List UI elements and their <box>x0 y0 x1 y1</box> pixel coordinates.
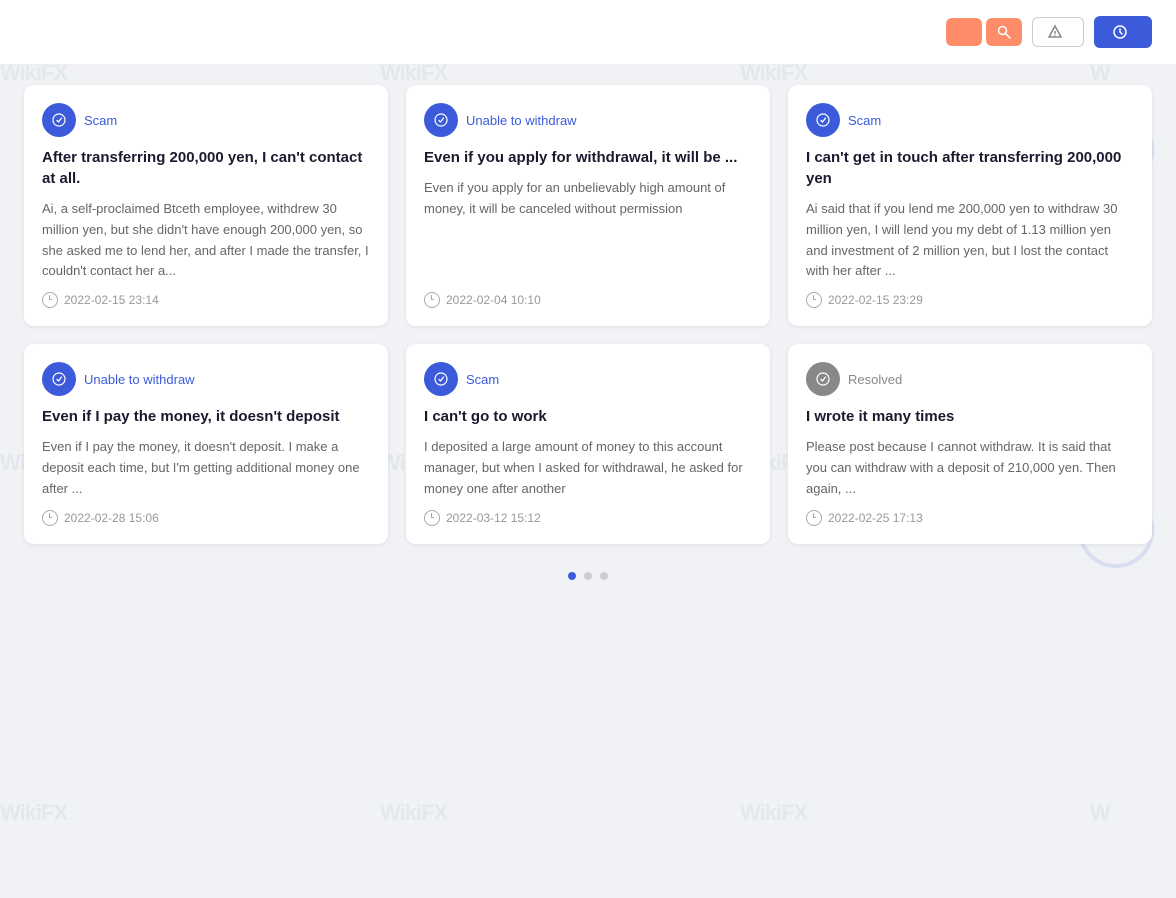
watermark-text: W <box>1090 800 1110 826</box>
badge-label: Scam <box>848 113 881 128</box>
clock-icon <box>42 510 58 526</box>
card-badge: Scam <box>424 362 752 396</box>
warning-icon <box>1047 24 1063 40</box>
watermark-text: WikiFX <box>380 800 447 826</box>
exposure-card[interactable]: Unable to withdraw Even if I pay the mon… <box>24 344 388 544</box>
card-date: 2022-02-04 10:10 <box>424 292 752 308</box>
pagination-dot[interactable] <box>600 572 608 580</box>
badge-icon <box>42 362 76 396</box>
badge-label: Scam <box>466 372 499 387</box>
card-description: Ai, a self-proclaimed Btceth employee, w… <box>42 199 370 282</box>
card-description: Please post because I cannot withdraw. I… <box>806 437 1134 500</box>
badge-label: Resolved <box>848 372 902 387</box>
clock-icon <box>424 292 440 308</box>
exposure-card[interactable]: Scam I can't go to work I deposited a la… <box>406 344 770 544</box>
badge-icon <box>424 362 458 396</box>
pagination <box>0 564 1176 596</box>
badge-label: Scam <box>84 113 117 128</box>
date-text: 2022-02-25 17:13 <box>828 511 923 525</box>
card-description: I deposited a large amount of money to t… <box>424 437 752 500</box>
card-badge: Resolved <box>806 362 1134 396</box>
badge-icon <box>42 103 76 137</box>
card-title: Even if I pay the money, it doesn't depo… <box>42 406 370 427</box>
exposure-card[interactable]: Scam After transferring 200,000 yen, I c… <box>24 85 388 326</box>
date-text: 2022-03-12 15:12 <box>446 511 541 525</box>
ai-badges <box>946 18 1022 46</box>
exposure-card[interactable]: Unable to withdraw Even if you apply for… <box>406 85 770 326</box>
clock-icon <box>806 292 822 308</box>
card-badge: Scam <box>806 103 1134 137</box>
card-description: Even if I pay the money, it doesn't depo… <box>42 437 370 500</box>
card-title: I can't go to work <box>424 406 752 427</box>
search-badge[interactable] <box>986 18 1022 46</box>
card-title: Even if you apply for withdrawal, it wil… <box>424 147 752 168</box>
expose-button[interactable] <box>1094 16 1152 48</box>
card-badge: Unable to withdraw <box>424 103 752 137</box>
pagination-dot[interactable] <box>584 572 592 580</box>
card-date: 2022-02-28 15:06 <box>42 510 370 526</box>
exposure-card[interactable]: Scam I can't get in touch after transfer… <box>788 85 1152 326</box>
clock-icon <box>806 510 822 526</box>
badge-label: Unable to withdraw <box>466 113 577 128</box>
watermark-text: WikiFX <box>740 800 807 826</box>
page-header <box>0 0 1176 65</box>
date-text: 2022-02-04 10:10 <box>446 293 541 307</box>
card-description: Even if you apply for an unbelievably hi… <box>424 178 752 282</box>
badge-icon <box>806 362 840 396</box>
card-date: 2022-02-25 17:13 <box>806 510 1134 526</box>
date-text: 2022-02-28 15:06 <box>64 511 159 525</box>
ai-badge[interactable] <box>946 18 982 46</box>
expose-icon <box>1112 24 1128 40</box>
badge-label: Unable to withdraw <box>84 372 195 387</box>
card-date: 2022-02-15 23:14 <box>42 292 370 308</box>
card-description: Ai said that if you lend me 200,000 yen … <box>806 199 1134 282</box>
card-title: I can't get in touch after transferring … <box>806 147 1134 189</box>
card-date: 2022-02-15 23:29 <box>806 292 1134 308</box>
exposure-card[interactable]: Resolved I wrote it many times Please po… <box>788 344 1152 544</box>
card-title: I wrote it many times <box>806 406 1134 427</box>
date-text: 2022-02-15 23:29 <box>828 293 923 307</box>
card-title: After transferring 200,000 yen, I can't … <box>42 147 370 189</box>
clock-icon <box>42 292 58 308</box>
card-date: 2022-03-12 15:12 <box>424 510 752 526</box>
search-icon <box>996 24 1012 40</box>
clock-icon <box>424 510 440 526</box>
pagination-dot[interactable] <box>568 572 576 580</box>
badge-icon <box>424 103 458 137</box>
pyramid-complaint-button[interactable] <box>1032 17 1084 47</box>
card-badge: Scam <box>42 103 370 137</box>
date-text: 2022-02-15 23:14 <box>64 293 159 307</box>
header-right <box>946 16 1152 48</box>
card-grid: Scam After transferring 200,000 yen, I c… <box>0 65 1176 564</box>
badge-icon <box>806 103 840 137</box>
card-badge: Unable to withdraw <box>42 362 370 396</box>
watermark-text: WikiFX <box>0 800 67 826</box>
